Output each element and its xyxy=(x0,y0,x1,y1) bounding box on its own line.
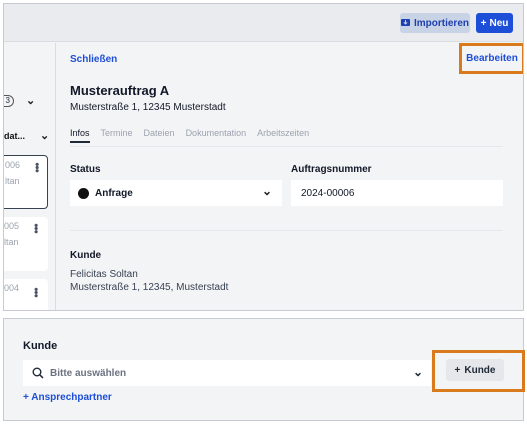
add-contact-link[interactable]: + Ansprechpartner xyxy=(23,392,112,403)
customer-address: Musterstraße 1, 12345, Musterstadt xyxy=(70,282,229,293)
customer-select-panel: Kunde Bitte auswählen ⌄ + Kunde + Anspre… xyxy=(3,318,525,421)
status-select[interactable]: Anfrage ⌄ xyxy=(70,180,282,206)
tab-infos[interactable]: Infos xyxy=(70,128,90,143)
add-customer-highlight: + Kunde xyxy=(432,350,525,392)
tab-divider xyxy=(70,146,503,147)
status-value: Anfrage xyxy=(95,187,133,199)
chevron-down-icon[interactable]: ⌄ xyxy=(40,129,49,142)
list-item[interactable]: 004 ••• xyxy=(4,279,48,310)
page-title: Musterauftrag A xyxy=(70,83,170,98)
count-pill[interactable]: 3 xyxy=(4,95,14,107)
chevron-down-icon: ⌄ xyxy=(413,365,424,379)
add-customer-label: Kunde xyxy=(464,364,496,376)
import-icon xyxy=(400,18,410,29)
more-options-icon[interactable]: ••• xyxy=(29,287,43,297)
list-item-name: ltan xyxy=(4,237,19,247)
list-item[interactable]: 005 ltan ••• xyxy=(4,217,48,271)
order-number-field[interactable]: 2024-00006 xyxy=(291,180,503,206)
customer-label: Kunde xyxy=(70,250,102,261)
status-dot-icon xyxy=(78,187,89,199)
more-options-icon[interactable]: ••• xyxy=(29,223,43,233)
import-button[interactable]: Importieren xyxy=(400,13,470,33)
search-placeholder: Bitte auswählen xyxy=(50,367,127,379)
add-customer-button[interactable]: + Kunde xyxy=(446,359,504,381)
new-button[interactable]: + Neu xyxy=(476,13,513,33)
section-divider xyxy=(70,230,503,231)
customer-search-input[interactable]: Bitte auswählen ⌄ xyxy=(23,360,431,386)
tab-dokumentation[interactable]: Dokumentation xyxy=(186,128,247,143)
list-item-name: ltan xyxy=(5,176,20,186)
search-icon xyxy=(32,367,44,379)
close-link[interactable]: Schließen xyxy=(70,54,117,65)
edit-button-highlight: Bearbeiten xyxy=(459,43,523,74)
list-item[interactable]: 006 ltan ••• xyxy=(4,155,48,209)
order-address: Musterstraße 1, 12345 Musterstadt xyxy=(70,102,226,113)
order-number-label: Auftragsnummer xyxy=(291,164,372,175)
chevron-down-icon: ⌄ xyxy=(262,184,273,198)
tab-dateien[interactable]: Dateien xyxy=(144,128,175,143)
import-label: Importieren xyxy=(413,17,469,29)
status-label: Status xyxy=(70,164,101,175)
count-pill-text: 3 xyxy=(5,96,10,105)
list-item-number: 006 xyxy=(5,160,21,170)
customer-section-title: Kunde xyxy=(23,340,58,352)
more-options-icon[interactable]: ••• xyxy=(30,162,44,172)
chevron-down-icon[interactable]: ⌄ xyxy=(26,94,35,107)
detail-pane: Schließen Bearbeiten Musterauftrag A Mus… xyxy=(57,43,523,310)
order-number-value: 2024-00006 xyxy=(301,187,355,199)
tab-arbeitszeiten[interactable]: Arbeitszeiten xyxy=(257,128,309,143)
top-toolbar: Importieren + Neu xyxy=(4,4,523,42)
tab-termine[interactable]: Termine xyxy=(101,128,133,143)
edit-button[interactable]: Bearbeiten xyxy=(466,53,518,64)
tab-bar: Infos Termine Dateien Dokumentation Arbe… xyxy=(70,128,309,143)
customer-name: Felicitas Soltan xyxy=(70,269,138,280)
order-detail-panel: Importieren + Neu 3 ⌄ dat... ⌄ 006 ltan … xyxy=(3,3,524,311)
plus-icon: + xyxy=(454,364,461,376)
new-label: Neu xyxy=(489,17,509,29)
order-list: 3 ⌄ dat... ⌄ 006 ltan ••• 005 ltan ••• 0… xyxy=(4,43,56,310)
list-item-number: 004 xyxy=(4,283,20,293)
column-header[interactable]: dat... xyxy=(4,131,25,141)
list-item-number: 005 xyxy=(4,221,20,231)
plus-icon: + xyxy=(480,17,487,29)
